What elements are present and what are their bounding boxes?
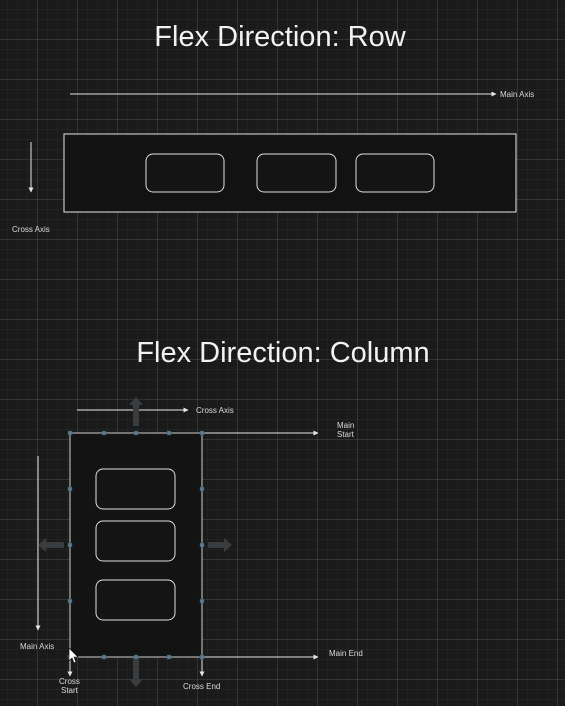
resize-handle-top-2[interactable] — [166, 430, 172, 436]
main-start-label-line1: Main — [337, 421, 354, 430]
resize-handle-right-center[interactable] — [199, 542, 205, 548]
row-cross-axis-label: Cross Axis — [12, 225, 50, 234]
column-flex-item-2[interactable] — [95, 520, 176, 562]
row-flex-item-3[interactable] — [355, 153, 435, 193]
diagram-canvas[interactable]: Flex Direction: Row Main Axis Cross Axis… — [0, 0, 565, 706]
resize-handle-left-1[interactable] — [67, 486, 73, 492]
resize-handle-bottom-right[interactable] — [199, 654, 205, 660]
main-start-label-line2: Start — [337, 430, 355, 439]
main-end-label: Main End — [329, 649, 363, 658]
resize-handle-top-center[interactable] — [133, 430, 139, 436]
connect-arrow-down-icon[interactable] — [129, 658, 143, 687]
resize-handle-right-2[interactable] — [199, 598, 205, 604]
resize-handle-top-left[interactable] — [67, 430, 73, 436]
resize-handle-bottom-2[interactable] — [166, 654, 172, 660]
connect-arrow-right-icon[interactable] — [208, 538, 232, 552]
resize-handle-left-center[interactable] — [67, 542, 73, 548]
resize-handle-right-1[interactable] — [199, 486, 205, 492]
resize-handle-top-right[interactable] — [199, 430, 205, 436]
column-section-title: Flex Direction: Column — [136, 337, 429, 369]
resize-handle-bottom-center[interactable] — [133, 654, 139, 660]
connect-arrow-left-icon[interactable] — [38, 538, 64, 552]
column-cross-axis-label: Cross Axis — [196, 406, 234, 415]
cross-start-label-line1: Cross — [59, 677, 80, 686]
row-main-axis-label: Main Axis — [500, 90, 534, 99]
resize-handle-top-1[interactable] — [101, 430, 107, 436]
connect-arrow-up-icon[interactable] — [129, 397, 143, 426]
resize-handle-left-2[interactable] — [67, 598, 73, 604]
column-main-axis-label: Main Axis — [20, 642, 54, 651]
column-flex-item-3[interactable] — [95, 579, 176, 621]
row-flex-item-2[interactable] — [256, 153, 337, 193]
resize-handle-bottom-1[interactable] — [101, 654, 107, 660]
row-flex-item-1[interactable] — [145, 153, 225, 193]
row-section-title: Flex Direction: Row — [154, 21, 406, 53]
flex-direction-diagram: Flex Direction: Row Main Axis Cross Axis… — [12, 21, 534, 695]
cross-start-label-line2: Start — [61, 686, 79, 695]
cross-end-label: Cross End — [183, 682, 220, 691]
column-flex-item-1[interactable] — [95, 468, 176, 510]
